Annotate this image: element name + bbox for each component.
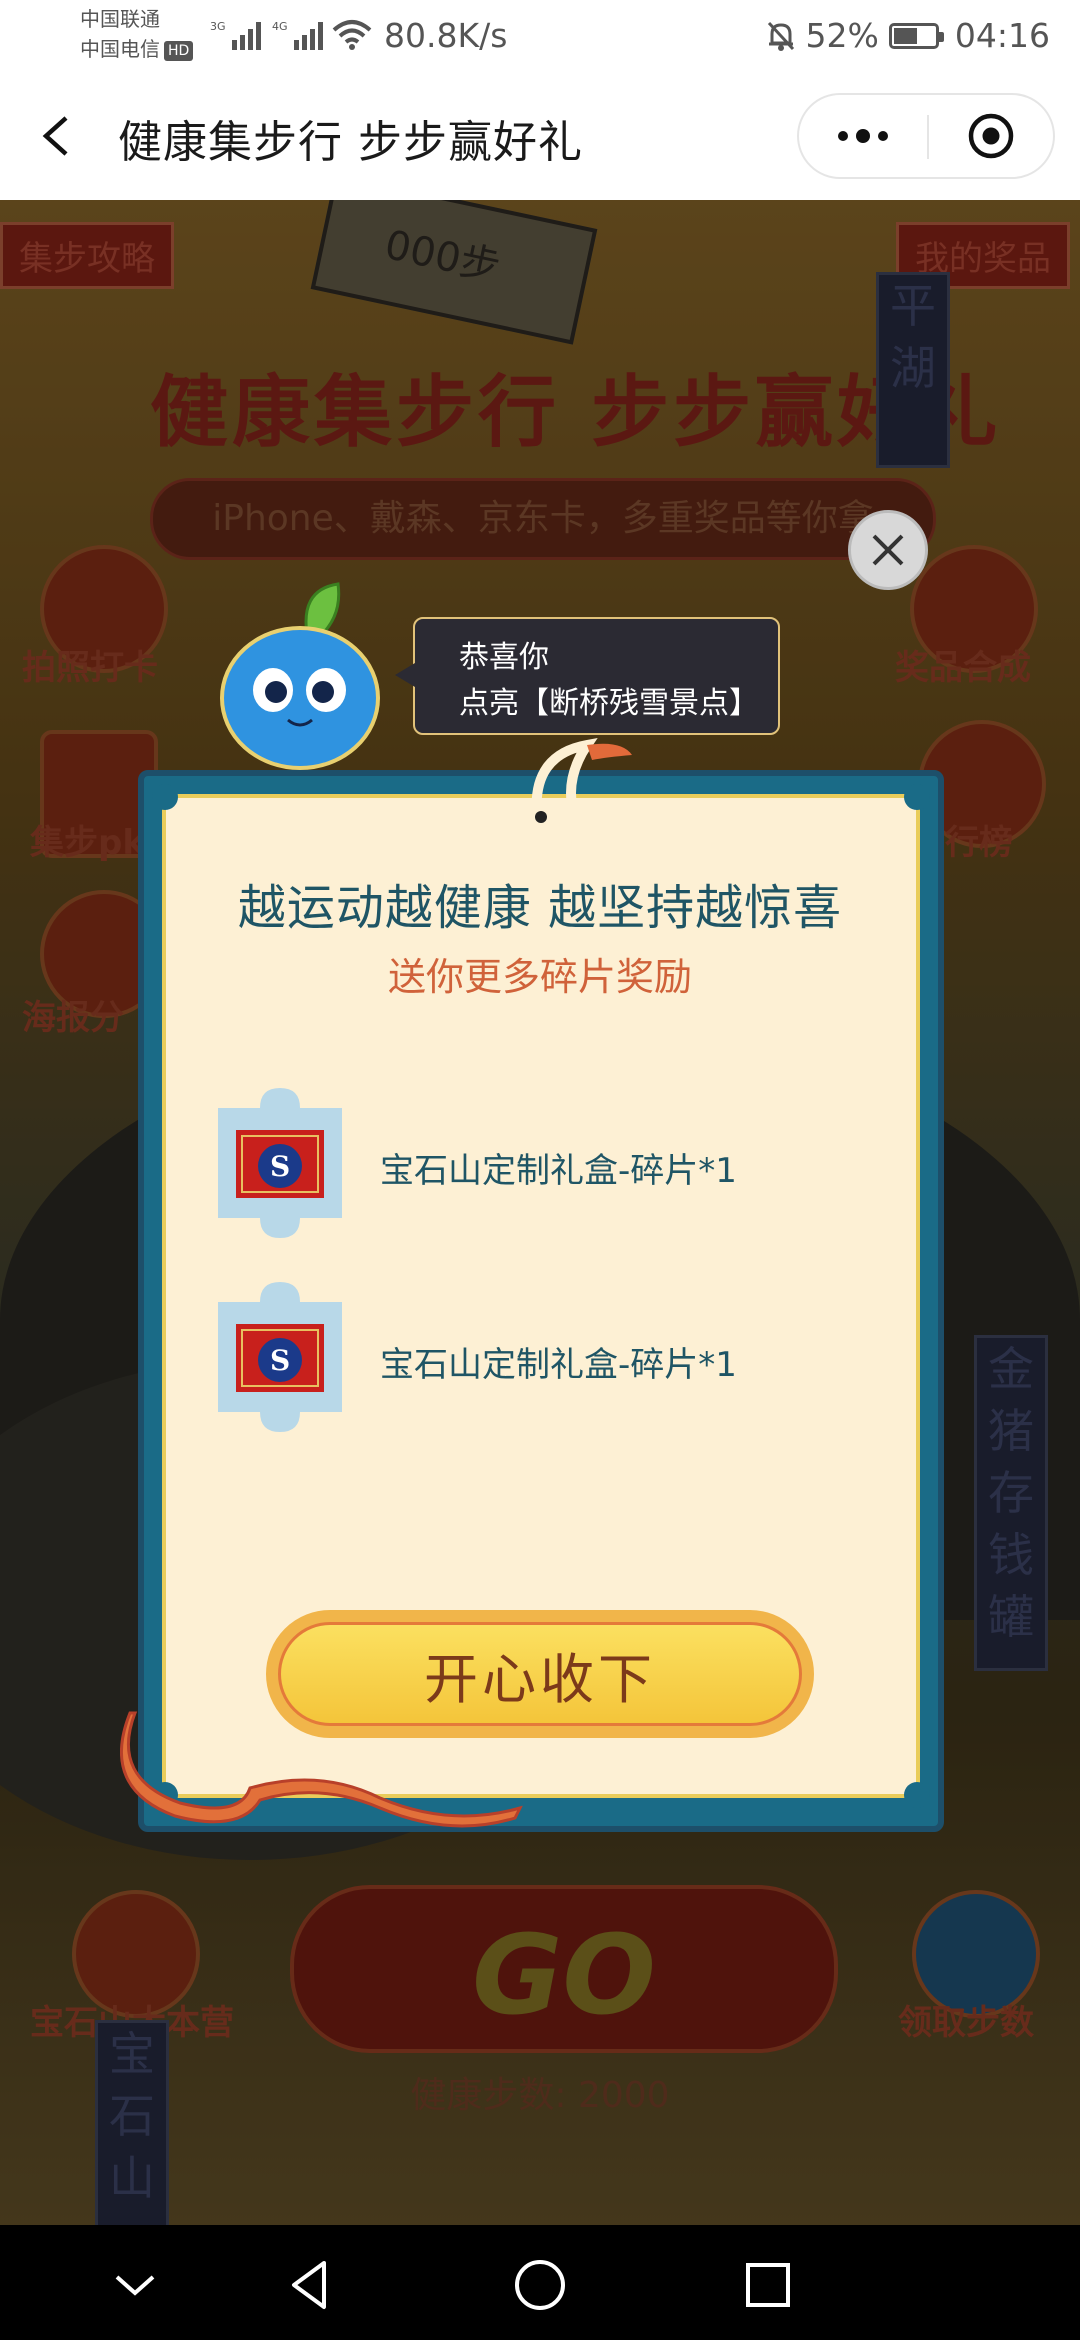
- popup-title: 越运动越健康 越坚持越惊喜: [237, 880, 843, 936]
- bubble-line-1: 恭喜你: [459, 640, 549, 675]
- title-bar: 健康集步行 步步赢好礼: [0, 72, 1080, 200]
- miniprogram-capsule: [797, 93, 1055, 179]
- battery-percent: 52%: [805, 16, 879, 55]
- hd-badge: HD: [164, 40, 194, 61]
- mute-bell-icon: [767, 21, 794, 51]
- nav-back-icon[interactable]: [280, 2255, 340, 2315]
- carrier-info: 中国联通 中国电信 HD: [80, 4, 194, 64]
- signal-3g-icon: 3G: [210, 20, 261, 50]
- reward-item: S 宝石山定制礼盒-碎片*1: [218, 1088, 918, 1238]
- puzzle-piece-icon: S: [218, 1282, 342, 1432]
- carrier-1: 中国联通: [80, 7, 160, 31]
- popup-subtitle: 送你更多碎片奖励: [387, 955, 692, 999]
- nav-recents-icon[interactable]: [738, 2255, 798, 2315]
- back-arrow-icon[interactable]: [38, 114, 78, 158]
- bubble-line-2: 点亮【断桥残雪景点】: [459, 686, 759, 721]
- close-icon: [872, 534, 904, 566]
- close-miniprogram-button[interactable]: [929, 95, 1053, 177]
- carrier-2: 中国电信: [80, 37, 160, 61]
- svg-text:S: S: [270, 1344, 290, 1377]
- svg-text:3G: 3G: [210, 20, 226, 33]
- reward-item: S 宝石山定制礼盒-碎片*1: [218, 1282, 918, 1432]
- system-nav-bar: [0, 2225, 1080, 2340]
- mascot-icon: [220, 582, 380, 770]
- dot-icon: [878, 131, 888, 141]
- more-button[interactable]: [799, 95, 927, 177]
- network-speed: 80.8K/s: [384, 16, 508, 55]
- signal-4g-icon: 4G: [272, 20, 323, 50]
- ribbon-decoration-icon: [120, 1711, 523, 1828]
- clock: 04:16: [954, 16, 1050, 55]
- page-title: 健康集步行 步步赢好礼: [118, 117, 583, 168]
- close-popup-button[interactable]: [848, 510, 928, 590]
- congrats-bubble: 恭喜你 点亮【断桥残雪景点】: [395, 617, 780, 735]
- status-bar: 中国联通 中国电信 HD 3G 4G 80.8K/s 52% 04:16: [0, 0, 1080, 72]
- battery-icon: [888, 22, 944, 49]
- reward-label: 宝石山定制礼盒-碎片*1: [380, 1151, 737, 1191]
- tassel-icon: [531, 737, 632, 823]
- target-icon: [968, 113, 1014, 159]
- svg-text:4G: 4G: [272, 20, 288, 33]
- wifi-icon: [332, 20, 372, 50]
- puzzle-piece-icon: S: [218, 1088, 342, 1238]
- nav-home-icon[interactable]: [510, 2255, 570, 2315]
- dot-icon: [838, 131, 848, 141]
- reward-label: 宝石山定制礼盒-碎片*1: [380, 1345, 737, 1385]
- svg-text:S: S: [270, 1150, 290, 1183]
- chevron-down-icon[interactable]: [105, 2255, 165, 2315]
- dot-icon: [856, 129, 870, 143]
